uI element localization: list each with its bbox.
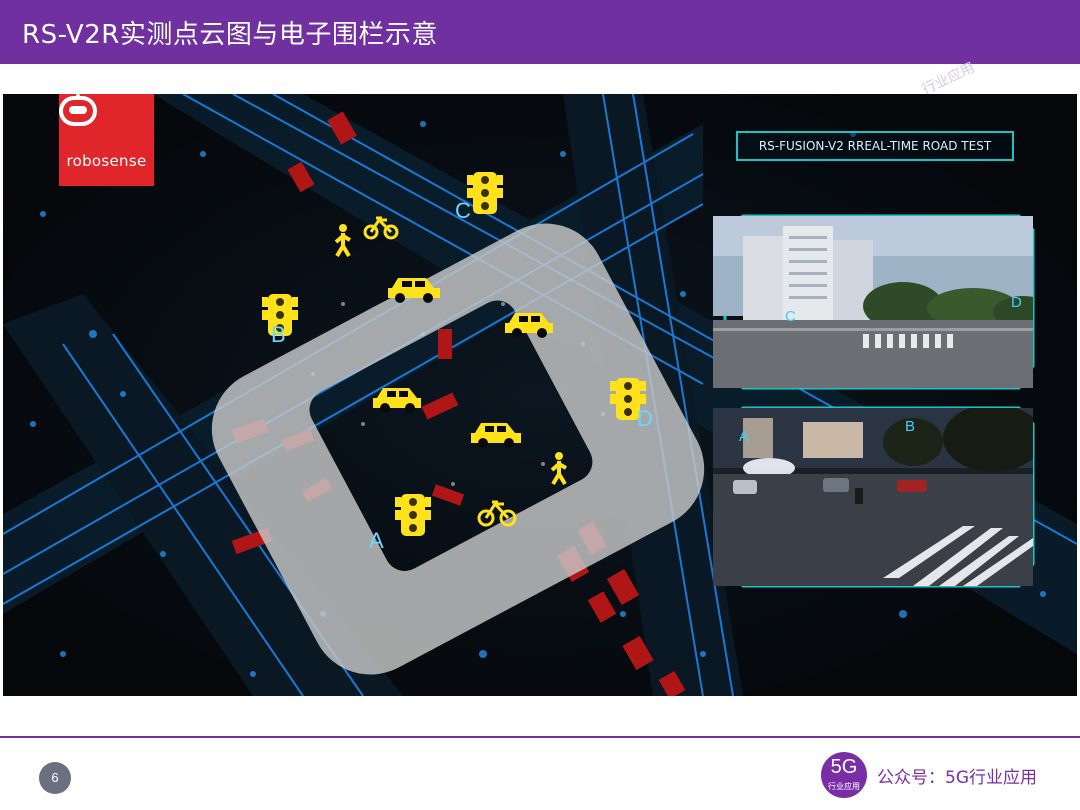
camera-view-day: C D	[713, 216, 1033, 388]
daytime-street-photo	[713, 216, 1033, 388]
zone-label-a: A	[369, 528, 384, 553]
camera-view-night: A B	[713, 408, 1033, 586]
logo-text: robosense	[66, 152, 147, 170]
night-street-photo	[713, 408, 1033, 586]
point-cloud-scene	[3, 94, 1077, 696]
title-bar: RS-V2R实测点云图与电子围栏示意	[0, 0, 1080, 64]
camera-bottom-label-a: A	[739, 428, 750, 445]
road-test-banner: RS-FUSION-V2 RREAL-TIME ROAD TEST	[736, 131, 1014, 161]
badge-main-text: 5G	[830, 756, 858, 778]
footer-divider	[0, 736, 1080, 738]
robosense-logo: robosense	[59, 94, 154, 186]
zone-label-c: C	[455, 198, 471, 223]
wechat-account-text: 公众号：5G行业应用	[877, 768, 1037, 788]
camera-top-label-d: D	[1011, 294, 1022, 311]
robot-logo-icon	[59, 94, 97, 126]
5g-badge-icon: 5G 行业应用	[821, 752, 867, 798]
badge-sub-text: 行业应用	[828, 782, 860, 791]
slide-title: RS-V2R实测点云图与电子围栏示意	[22, 20, 438, 50]
camera-bottom-label-b: B	[905, 418, 916, 435]
zone-label-b: B	[271, 322, 286, 347]
point-cloud-image: robosense RS-FUSION-V2 RREAL-TIME ROAD T…	[3, 94, 1077, 696]
page-number: 6	[39, 762, 71, 794]
camera-top-label-c: C	[785, 308, 796, 325]
zone-label-d: D	[637, 406, 653, 431]
